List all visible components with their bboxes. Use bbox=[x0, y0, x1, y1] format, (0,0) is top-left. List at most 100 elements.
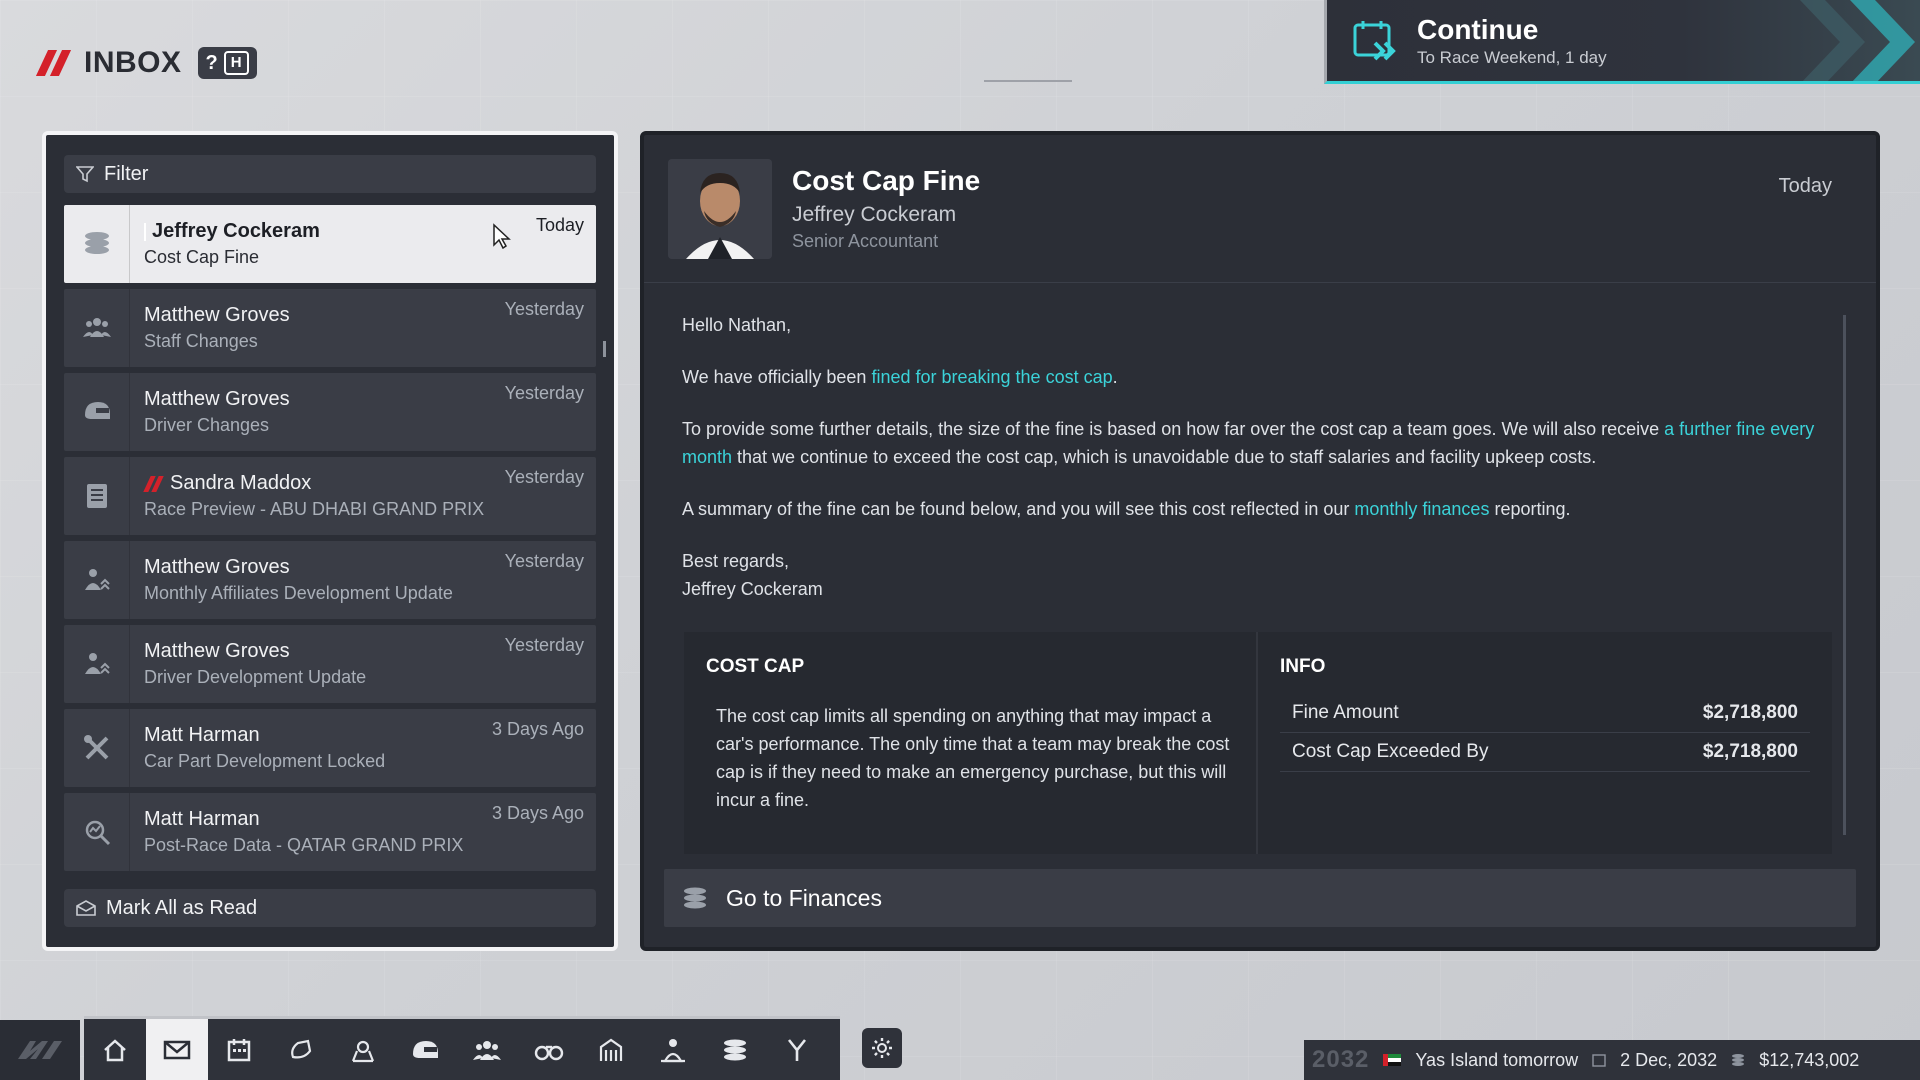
message-date: Yesterday bbox=[504, 299, 584, 319]
status-bar: 2032 Yas Island tomorrow 2 Dec, 2032 $12… bbox=[1304, 1040, 1920, 1080]
info-value: $2,718,800 bbox=[1702, 702, 1798, 723]
uae-flag-icon bbox=[1383, 1054, 1402, 1066]
message-item[interactable]: Jeffrey Cockeram Cost Cap Fine Today bbox=[64, 205, 596, 283]
message-subject: Cost Cap Fine bbox=[144, 247, 260, 267]
message-body: Hello Nathan, We have officially been fi… bbox=[644, 283, 1876, 603]
message-item[interactable]: Sandra Maddox Race Preview - ABU DHABI G… bbox=[64, 457, 596, 535]
cost-cap-link[interactable]: fined for breaking the cost cap bbox=[871, 367, 1112, 387]
signature: Jeffrey Cockeram bbox=[682, 579, 823, 599]
message-item[interactable]: Matthew Groves Staff Changes Yesterday bbox=[64, 289, 596, 367]
message-date: Yesterday bbox=[504, 635, 584, 655]
sender-avatar bbox=[668, 158, 772, 259]
message-item[interactable]: Matthew Groves Driver Changes Yesterday bbox=[64, 373, 596, 451]
message-date: Yesterday bbox=[504, 551, 584, 571]
nav-calendar-icon[interactable] bbox=[208, 1019, 270, 1080]
finance-stack-icon bbox=[1732, 1054, 1745, 1066]
filter-button[interactable]: Filter bbox=[64, 155, 596, 193]
f1-logo bbox=[144, 476, 164, 492]
message-subject: Driver Development Update bbox=[144, 667, 367, 687]
message-header: Cost Cap Fine Jeffrey Cockeram Senior Ac… bbox=[644, 135, 1876, 283]
inbox-list-panel: Filter Jeffrey Cockeram Cost Cap Fine To… bbox=[42, 131, 618, 951]
info-section: INFO Fine Amount $2,718,800 Cost Cap Exc… bbox=[1258, 632, 1832, 854]
nav-car-part-icon[interactable] bbox=[270, 1019, 332, 1080]
nav-helmet-icon[interactable] bbox=[394, 1019, 456, 1080]
team-balance: $12,743,002 bbox=[1759, 1049, 1860, 1070]
mark-all-read-button[interactable]: Mark All as Read bbox=[64, 889, 596, 927]
message-subject-title: Cost Cap Fine bbox=[792, 165, 981, 196]
nav-mail-icon[interactable] bbox=[146, 1019, 208, 1080]
nav-finance-icon[interactable] bbox=[704, 1019, 766, 1080]
list-scrollbar[interactable] bbox=[603, 341, 606, 357]
hotkey-label: H bbox=[223, 51, 249, 75]
message-subject: Staff Changes bbox=[144, 331, 258, 351]
nav-home-icon[interactable] bbox=[84, 1019, 146, 1080]
fine-summary: COST CAP The cost cap limits all spendin… bbox=[684, 632, 1832, 854]
person-progress-icon bbox=[64, 625, 130, 703]
message-date: 3 Days Ago bbox=[491, 803, 584, 823]
sender-role: Senior Accountant bbox=[792, 231, 939, 251]
signoff: Best regards, Jeffrey Cockeram bbox=[682, 551, 823, 599]
message-list: Jeffrey Cockeram Cost Cap Fine Today Mat… bbox=[64, 205, 596, 871]
message-subject: Race Preview - ABU DHABI GRAND PRIX bbox=[144, 499, 485, 519]
page-title: INBOX bbox=[84, 46, 182, 79]
message-subject: Driver Changes bbox=[144, 415, 270, 435]
greeting: Hello Nathan, bbox=[682, 315, 792, 335]
divider bbox=[984, 80, 1072, 82]
message-item[interactable]: Matt Harman Post-Race Data - QATAR GRAND… bbox=[64, 793, 596, 871]
info-label: Cost Cap Exceeded By bbox=[1292, 741, 1489, 762]
help-icon: ? bbox=[205, 51, 218, 74]
message-date: Today bbox=[535, 215, 584, 235]
tools-icon bbox=[64, 709, 130, 787]
message-item[interactable]: Matthew Groves Monthly Affiliates Develo… bbox=[64, 541, 596, 619]
section-title: INFO bbox=[1280, 656, 1326, 677]
info-value: $2,718,800 bbox=[1702, 741, 1798, 762]
inbox-header: INBOX ? H bbox=[36, 46, 257, 80]
message-date: 3 Days Ago bbox=[491, 719, 584, 739]
main-navigation bbox=[84, 1016, 840, 1080]
message-item[interactable]: Matthew Groves Driver Development Update… bbox=[64, 625, 596, 703]
chevrons-icon bbox=[1800, 0, 1915, 81]
message-sender: Jeffrey Cockeram bbox=[144, 220, 596, 243]
cost-cap-description: The cost cap limits all spending on anyt… bbox=[716, 706, 1230, 810]
go-to-finances-label: Go to Finances bbox=[726, 884, 882, 911]
mark-all-label: Mark All as Read bbox=[106, 896, 258, 919]
nav-scouting-binoculars-icon[interactable] bbox=[518, 1019, 580, 1080]
calendar-advance-icon bbox=[1353, 20, 1396, 60]
gear-icon bbox=[872, 1038, 892, 1058]
nav-staff-icon[interactable] bbox=[456, 1019, 518, 1080]
finance-stack-icon bbox=[684, 887, 706, 909]
go-to-finances-button[interactable]: Go to Finances bbox=[664, 869, 1856, 927]
help-hotkey-chip[interactable]: ? H bbox=[197, 47, 257, 79]
nav-hq-icon[interactable] bbox=[332, 1019, 394, 1080]
message-from: Jeffrey Cockeram bbox=[792, 203, 957, 226]
data-search-icon bbox=[64, 793, 130, 871]
nav-development-icon[interactable] bbox=[642, 1019, 704, 1080]
info-row: Cost Cap Exceeded By $2,718,800 bbox=[1280, 733, 1810, 772]
cost-cap-section: COST CAP The cost cap limits all spendin… bbox=[684, 632, 1258, 854]
settings-button[interactable] bbox=[862, 1028, 902, 1068]
brand-slash-logo bbox=[36, 50, 72, 76]
staff-people-icon bbox=[64, 289, 130, 367]
continue-button[interactable]: Continue To Race Weekend, 1 day bbox=[1324, 0, 1920, 84]
current-date: 2 Dec, 2032 bbox=[1620, 1049, 1718, 1070]
info-row: Fine Amount $2,718,800 bbox=[1280, 694, 1810, 733]
message-date: Today bbox=[1778, 175, 1832, 197]
message-subject: Post-Race Data - QATAR GRAND PRIX bbox=[144, 835, 464, 855]
section-title: COST CAP bbox=[706, 656, 805, 677]
nav-strategy-icon[interactable] bbox=[766, 1019, 828, 1080]
finance-stack-icon bbox=[64, 205, 130, 283]
message-date: Yesterday bbox=[504, 467, 584, 487]
nav-facilities-icon[interactable] bbox=[580, 1019, 642, 1080]
body-scrollbar[interactable] bbox=[1843, 315, 1846, 835]
message-subject: Car Part Development Locked bbox=[144, 751, 386, 771]
game-logo bbox=[0, 1020, 80, 1080]
message-item[interactable]: Matt Harman Car Part Development Locked … bbox=[64, 709, 596, 787]
monthly-finances-link[interactable]: monthly finances bbox=[1354, 499, 1489, 519]
next-location: Yas Island tomorrow bbox=[1415, 1049, 1579, 1070]
message-date: Yesterday bbox=[504, 383, 584, 403]
continue-subtitle: To Race Weekend, 1 day bbox=[1417, 47, 1607, 67]
filter-icon bbox=[76, 166, 94, 183]
calendar-icon bbox=[1592, 1054, 1606, 1067]
paragraph: A summary of the fine can be found below… bbox=[682, 499, 1571, 519]
helmet-icon bbox=[64, 373, 130, 451]
